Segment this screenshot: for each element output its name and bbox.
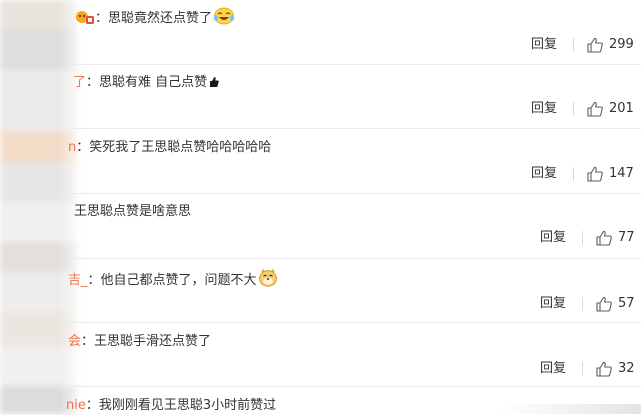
divider — [70, 386, 641, 387]
like-button[interactable]: 201 — [586, 100, 634, 118]
like-button[interactable]: 299 — [586, 36, 634, 54]
comment-list: ：思聪竟然还点赞了 回复 299 了：思聪有难 自己点赞 回复 201 n：笑死… — [0, 0, 641, 414]
comment-text: 思聪有难 自己点赞 — [99, 75, 208, 90]
username[interactable]: n — [68, 140, 76, 155]
like-count: 77 — [618, 230, 635, 245]
comment-text: 王思聪点赞是啥意思 — [74, 204, 192, 219]
comment-separator: ： — [76, 140, 90, 155]
vip-badge-icon — [75, 9, 95, 31]
thumbs-up-icon — [596, 230, 612, 246]
reply-button[interactable]: 回复 — [531, 36, 557, 54]
like-count: 32 — [618, 361, 635, 376]
comment-separator: ： — [81, 334, 95, 349]
comment-text: 笑死我了王思聪点赞哈哈哈哈哈 — [89, 140, 272, 155]
reply-button[interactable]: 回复 — [531, 165, 557, 183]
thumbs-up-icon — [587, 101, 603, 117]
like-count: 299 — [609, 37, 634, 52]
like-count: 57 — [618, 296, 635, 311]
comment-text: 他自己都点赞了，问题不大 — [100, 273, 257, 288]
thumbs-up-icon — [596, 296, 612, 312]
username[interactable]: 吉_ — [68, 273, 88, 288]
thumbs-up-icon — [587, 37, 603, 53]
reply-button[interactable]: 回复 — [540, 360, 566, 378]
thumbs-up-icon — [596, 361, 612, 377]
thumbs-up-icon — [587, 166, 603, 182]
comment-text: 王思聪手滑还点赞了 — [94, 334, 212, 349]
comment-separator: ： — [87, 273, 101, 288]
like-button[interactable]: 147 — [586, 165, 634, 183]
comment-separator: ： — [86, 75, 100, 90]
divider — [70, 64, 641, 65]
username[interactable]: nie — [66, 398, 86, 413]
like-count: 201 — [609, 101, 634, 116]
divider — [70, 322, 641, 323]
comment-separator: ： — [85, 398, 99, 413]
username[interactable]: 会 — [68, 334, 81, 349]
like-button[interactable]: 57 — [595, 295, 635, 313]
like-button[interactable]: 32 — [595, 360, 635, 378]
username[interactable]: 了 — [73, 75, 86, 90]
divider — [70, 193, 641, 194]
comment-text: 我刚刚看见王思聪3小时前赞过 — [98, 398, 277, 413]
reply-button[interactable]: 回复 — [540, 295, 566, 313]
doge-emoji-icon — [258, 268, 278, 293]
comment-separator: ： — [95, 11, 109, 26]
divider — [70, 258, 641, 259]
comment-text: 思聪竟然还点赞了 — [108, 11, 213, 26]
like-button[interactable]: 77 — [595, 229, 635, 247]
reply-button[interactable]: 回复 — [540, 229, 566, 247]
thumb-emoji-icon — [208, 75, 220, 95]
divider — [70, 128, 641, 129]
like-count: 147 — [609, 166, 634, 181]
laugh-cry-emoji-icon — [213, 7, 235, 31]
reply-button[interactable]: 回复 — [531, 100, 557, 118]
